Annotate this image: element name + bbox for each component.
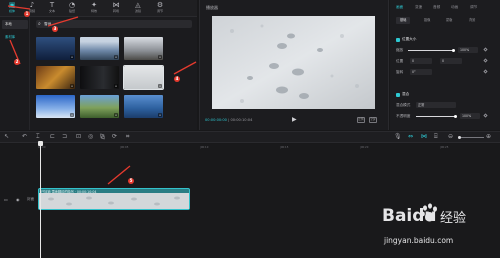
watermark-suffix: 经验 [440, 211, 467, 226]
baidu-paw-icon [420, 203, 439, 223]
watermark-url: jingyan.baidu.com [384, 236, 454, 245]
annotation-badge-3: 3 [52, 26, 58, 32]
annotation-badge-4: 4 [174, 76, 180, 82]
annotation-badge-2: 2 [14, 59, 20, 65]
video-editor-window: ▣ 媒体 ♪ 音频 T 文本 ◔ 贴纸 ✦ 特效 ⋈ 转场 ◬ 滤镜 ⚙ 调节 [0, 0, 500, 258]
annotation-badge-5: 5 [128, 178, 134, 184]
annotation-badge-1: 1 [24, 11, 30, 17]
